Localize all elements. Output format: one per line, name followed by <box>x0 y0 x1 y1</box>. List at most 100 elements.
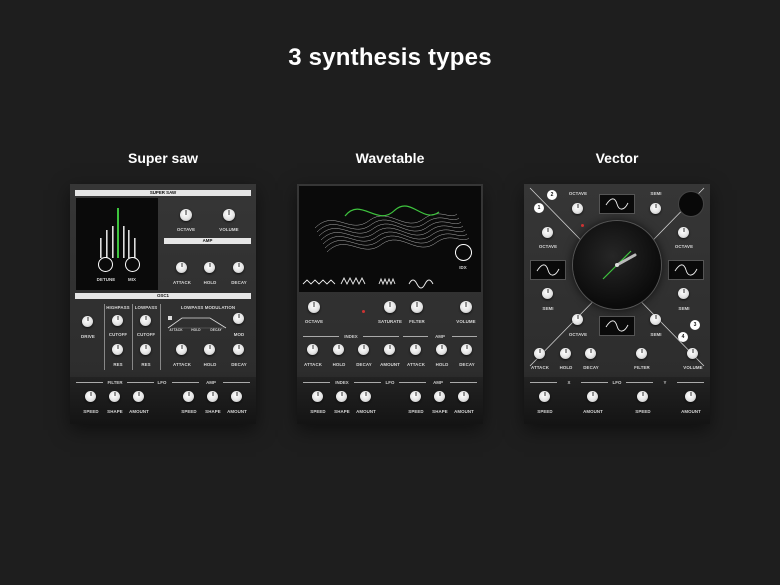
waveform-display-right <box>668 260 704 280</box>
lowpass-res-knob[interactable] <box>140 344 151 355</box>
index-shape-label: SHAPE <box>334 409 350 414</box>
lp-decay-knob[interactable] <box>233 344 244 355</box>
mix-ring[interactable] <box>125 257 140 272</box>
semi-knob-top[interactable] <box>650 203 661 214</box>
index-amount-knob[interactable] <box>384 344 395 355</box>
attack-knob[interactable] <box>534 348 545 359</box>
x-amount-knob[interactable] <box>587 391 598 402</box>
octave-knob-top[interactable] <box>572 203 583 214</box>
filter-amount-knob[interactable] <box>133 391 144 402</box>
filter-knob[interactable] <box>411 301 423 313</box>
lp-hold-knob[interactable] <box>204 344 215 355</box>
octave-knob[interactable] <box>308 301 320 313</box>
volume-label: VOLUME <box>683 365 703 370</box>
decay-knob[interactable] <box>585 348 596 359</box>
attack-label: ATTACK <box>173 280 191 285</box>
y-amount-knob[interactable] <box>685 391 696 402</box>
drive-label: DRIVE <box>81 334 95 339</box>
volume-knob[interactable] <box>687 348 698 359</box>
lowpass-cutoff-knob[interactable] <box>140 315 151 326</box>
lowpass-modulation-label: LOWPASS MODULATION <box>180 305 236 310</box>
amp-header: AMP <box>164 238 251 244</box>
hold-knob[interactable] <box>204 262 215 273</box>
octave-knob-bottom[interactable] <box>572 314 583 325</box>
octave-label-top: OCTAVE <box>568 191 588 196</box>
attack-knob[interactable] <box>176 262 187 273</box>
semi-label-right: SEMI <box>678 306 690 311</box>
volume-knob[interactable] <box>223 209 235 221</box>
index-speed-knob[interactable] <box>312 391 323 402</box>
lowpass-res-label: RES <box>141 362 151 367</box>
hold-label: HOLD <box>203 280 217 285</box>
super-saw-header: SUPER SAW <box>75 190 251 196</box>
lfo-section: FILTER LFO AMP SPEED SHAPE AMOUNT SPEED … <box>70 377 256 424</box>
waveform-display-top <box>599 194 635 214</box>
saturate-knob[interactable] <box>384 301 396 313</box>
amp-amount-label: AMOUNT <box>227 409 247 414</box>
vector-xy-pad[interactable] <box>573 221 661 309</box>
hold-knob[interactable] <box>560 348 571 359</box>
index-decay-knob[interactable] <box>358 344 369 355</box>
x-speed-knob[interactable] <box>539 391 550 402</box>
filter-shape-knob[interactable] <box>109 391 120 402</box>
filter-speed-label: SPEED <box>83 409 99 414</box>
volume-knob[interactable] <box>460 301 472 313</box>
mod-label: MOD <box>233 332 245 337</box>
semi-knob-bottom[interactable] <box>650 314 661 325</box>
index-shape-knob[interactable] <box>336 391 347 402</box>
filter-shape-label: SHAPE <box>107 409 123 414</box>
panel-label-super-saw: Super saw <box>127 150 199 166</box>
amp-speed-knob[interactable] <box>183 391 194 402</box>
index-header: INDEX <box>303 334 399 339</box>
index-lfo-amount-knob[interactable] <box>360 391 371 402</box>
amp-attack-knob[interactable] <box>410 344 421 355</box>
filter-label: FILTER <box>409 319 425 324</box>
semi-label-bottom: SEMI <box>650 332 662 337</box>
corner-screen <box>678 191 704 217</box>
octave-knob-left[interactable] <box>542 227 553 238</box>
filter-label: FILTER <box>634 365 650 370</box>
panel-label-vector: Vector <box>595 150 639 166</box>
decay-knob[interactable] <box>233 262 244 273</box>
idx-ring[interactable] <box>455 244 472 261</box>
drive-knob[interactable] <box>82 316 93 327</box>
index-hold-knob[interactable] <box>333 344 344 355</box>
lp-attack-knob[interactable] <box>176 344 187 355</box>
amp-speed-knob[interactable] <box>410 391 421 402</box>
osc1-header: OSC1 <box>75 293 251 299</box>
detune-label: DETUNE <box>96 277 116 282</box>
amp-header: AMP <box>403 334 477 339</box>
amp-amount-knob[interactable] <box>231 391 242 402</box>
highpass-res-knob[interactable] <box>112 344 123 355</box>
index-attack-label: ATTACK <box>304 362 322 367</box>
y-speed-knob[interactable] <box>637 391 648 402</box>
highpass-cutoff-knob[interactable] <box>112 315 123 326</box>
filter-knob[interactable] <box>636 348 647 359</box>
octave-label-left: OCTAVE <box>538 244 558 249</box>
semi-label-left: SEMI <box>542 306 554 311</box>
octave-label: OCTAVE <box>304 319 324 324</box>
lp-decay-label: DECAY <box>231 362 247 367</box>
decay-label: DECAY <box>583 365 599 370</box>
semi-knob-left[interactable] <box>542 288 553 299</box>
amp-hold-knob[interactable] <box>436 344 447 355</box>
highpass-res-label: RES <box>113 362 123 367</box>
lfo-amp-header: AMP <box>172 380 250 385</box>
amp-shape-label: SHAPE <box>205 409 221 414</box>
lp-attack-label: ATTACK <box>173 362 191 367</box>
index-attack-knob[interactable] <box>307 344 318 355</box>
mod-knob[interactable] <box>233 313 244 324</box>
detune-ring[interactable] <box>98 257 113 272</box>
amp-decay-knob[interactable] <box>461 344 472 355</box>
octave-knob-right[interactable] <box>678 227 689 238</box>
amp-shape-knob[interactable] <box>207 391 218 402</box>
super-saw-display: DETUNE MIX <box>76 198 158 290</box>
lp-hold-label: HOLD <box>203 362 217 367</box>
lfo-label: LFO <box>157 380 167 385</box>
filter-speed-knob[interactable] <box>85 391 96 402</box>
env-attack-label: ATTACK <box>169 328 183 332</box>
amp-lfo-amount-knob[interactable] <box>458 391 469 402</box>
amp-shape-knob[interactable] <box>434 391 445 402</box>
semi-knob-right[interactable] <box>678 288 689 299</box>
octave-knob[interactable] <box>180 209 192 221</box>
